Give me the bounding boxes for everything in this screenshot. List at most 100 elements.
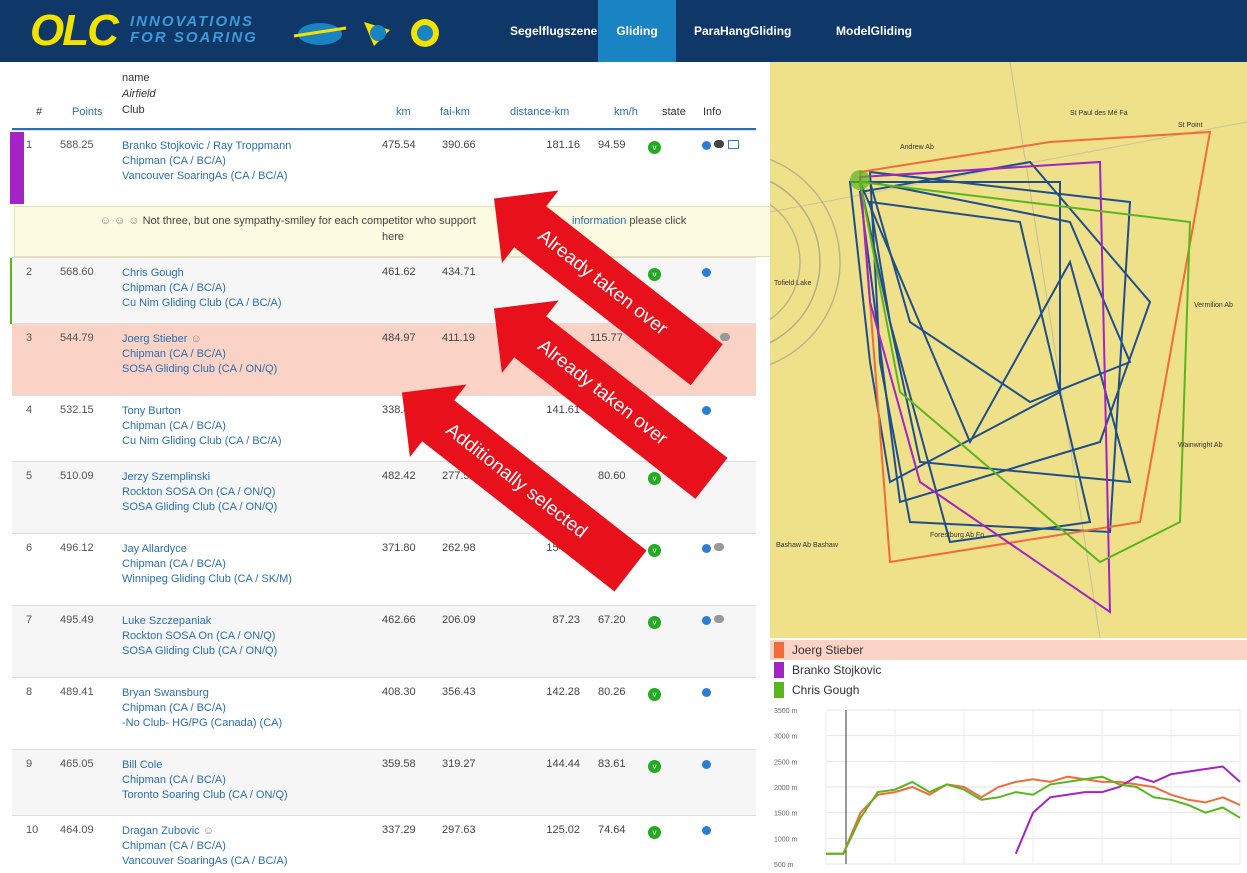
points: 544.79 <box>60 332 94 344</box>
comment-icon[interactable] <box>714 543 724 551</box>
rank: 7 <box>26 614 33 626</box>
state-ok-icon: v <box>648 268 661 281</box>
rank: 4 <box>26 404 33 416</box>
club-link[interactable]: Vancouver SoaringAs (CA / BC/A) <box>122 855 287 867</box>
notice-text-end: please click <box>629 215 687 227</box>
info-icon[interactable] <box>702 268 711 277</box>
airfield-link[interactable]: Chipman (CA / BC/A) <box>122 420 226 432</box>
nav-segelflugszene[interactable]: Segelflugszene <box>500 0 607 62</box>
table-row[interactable]: 10 464.09 Dragan Zubovic ☺ Chipman (CA /… <box>12 815 756 870</box>
altitude-chart-svg: 3500 m 3000 m 2500 m 2000 m 1500 m 1000 m 500 … <box>774 708 1241 869</box>
table-row[interactable]: 8 489.41 Bryan Swansburg Chipman (CA / B… <box>12 677 756 749</box>
table-row[interactable]: 6 496.12 Jay Allardyce Chipman (CA / BC/… <box>12 533 756 605</box>
map-label: Bashaw Ab Bashaw <box>776 542 838 549</box>
information-link[interactable]: information <box>572 215 626 227</box>
rank: 1 <box>26 139 33 151</box>
map-label: Forestburg Ab Fo <box>930 532 985 539</box>
col-fai-km-header[interactable]: fai-km <box>440 106 470 118</box>
pilot-link[interactable]: Jerzy Szemplinski <box>122 471 210 483</box>
y-tick-label: 3500 m <box>774 708 798 715</box>
comment-icon[interactable] <box>714 140 724 148</box>
club-link[interactable]: Vancouver SoaringAs (CA / BC/A) <box>122 170 287 182</box>
club-link[interactable]: SOSA Gliding Club (CA / ON/Q) <box>122 501 277 513</box>
airfield-link[interactable]: Chipman (CA / BC/A) <box>122 348 226 360</box>
pilot-link[interactable]: Bryan Swansburg <box>122 687 209 699</box>
pilot-link[interactable]: Branko Stojkovic / Ray Troppmann <box>122 140 291 152</box>
legend-item[interactable]: Branko Stojkovic <box>770 660 1247 680</box>
legend-swatch <box>774 642 784 658</box>
notice-here[interactable]: here <box>382 231 404 243</box>
col-rank-header[interactable]: # <box>36 106 42 118</box>
col-km-header[interactable]: km <box>396 106 411 118</box>
airfield-link[interactable]: Chipman (CA / BC/A) <box>122 558 226 570</box>
pilot-link[interactable]: Jay Allardyce <box>122 543 187 555</box>
info-icon[interactable] <box>702 141 711 150</box>
rank: 5 <box>26 470 33 482</box>
rank: 6 <box>26 542 33 554</box>
info-icon[interactable] <box>702 544 711 553</box>
col-distance-km-header[interactable]: distance-km <box>510 106 569 118</box>
y-tick-label: 2500 m <box>774 759 798 766</box>
table-row[interactable]: 1 588.25 Branko Stojkovic / Ray Troppman… <box>12 130 756 202</box>
pilot-link[interactable]: Dragan Zubovic <box>122 825 200 837</box>
table-row[interactable]: 5 510.09 Jerzy Szemplinski Rockton SOSA … <box>12 461 756 533</box>
club-link[interactable]: Cu Nim Gliding Club (CA / BC/A) <box>122 435 282 447</box>
airfield-link[interactable]: Rockton SOSA On (CA / ON/Q) <box>122 630 275 642</box>
col-state-header: state <box>662 106 686 118</box>
club-link[interactable]: Cu Nim Gliding Club (CA / BC/A) <box>122 297 282 309</box>
distance-value: 87.23 <box>552 614 580 626</box>
distance-value: 144.44 <box>546 758 580 770</box>
pilot-link[interactable]: Tony Burton <box>122 405 181 417</box>
club-link[interactable]: Winnipeg Gliding Club (CA / SK/M) <box>122 573 292 585</box>
smiley-icons: ☺ ☺ ☺ <box>99 215 143 227</box>
y-tick-label: 1000 m <box>774 836 798 843</box>
map-canvas <box>770 62 1247 638</box>
state-ok-icon: v <box>648 688 661 701</box>
club-link[interactable]: SOSA Gliding Club (CA / ON/Q) <box>122 645 277 657</box>
altitude-chart[interactable]: 3500 m 3000 m 2500 m 2000 m 1500 m 1000 m 500 … <box>770 704 1247 870</box>
info-icon[interactable] <box>702 406 711 415</box>
nav-gliding[interactable]: Gliding <box>598 0 676 62</box>
airfield-link[interactable]: Chipman (CA / BC/A) <box>122 155 226 167</box>
info-icon[interactable] <box>702 760 711 769</box>
speed-value: 80.26 <box>598 686 626 698</box>
legend-item[interactable]: Joerg Stieber <box>770 640 1247 660</box>
pilot-link[interactable]: Bill Cole <box>122 759 162 771</box>
photo-icon[interactable] <box>728 140 739 149</box>
comment-icon[interactable] <box>714 615 724 623</box>
points: 489.41 <box>60 686 94 698</box>
map-label: Wainwright Ab <box>1178 442 1223 449</box>
comment-icon[interactable] <box>720 333 730 341</box>
airfield-link[interactable]: Rockton SOSA On (CA / ON/Q) <box>122 486 275 498</box>
club-link[interactable]: SOSA Gliding Club (CA / ON/Q) <box>122 363 277 375</box>
club-link[interactable]: -No Club- HG/PG (Canada) (CA) <box>122 717 282 729</box>
smiley-icon: ☺ <box>202 825 214 837</box>
airfield-link[interactable]: Chipman (CA / BC/A) <box>122 282 226 294</box>
airfield-link[interactable]: Chipman (CA / BC/A) <box>122 774 226 786</box>
pilot-link[interactable]: Luke Szczepaniak <box>122 615 211 627</box>
info-icon[interactable] <box>702 688 711 697</box>
pilot-info: Bill Cole Chipman (CA / BC/A) Toronto So… <box>122 758 288 803</box>
club-link[interactable]: Toronto Soaring Club (CA / ON/Q) <box>122 789 288 801</box>
map-label: Vermilion Ab <box>1194 302 1233 309</box>
table-row[interactable]: 7 495.49 Luke Szczepaniak Rockton SOSA O… <box>12 605 756 677</box>
pilot-info: Jerzy Szemplinski Rockton SOSA On (CA / … <box>122 470 277 515</box>
nav-parahanggliding[interactable]: ParaHangGliding <box>684 0 801 62</box>
col-kmh-header[interactable]: km/h <box>614 106 638 118</box>
speed-value: 67.20 <box>598 614 626 626</box>
pilot-link[interactable]: Joerg Stieber <box>122 333 187 345</box>
flight-track-map[interactable]: St Paul des Mé Fa St Point Andrew Ab Ver… <box>770 62 1247 638</box>
airfield-link[interactable]: Chipman (CA / BC/A) <box>122 702 226 714</box>
olc-logo[interactable]: OLC <box>30 9 124 53</box>
airfield-link[interactable]: Chipman (CA / BC/A) <box>122 840 226 852</box>
pilot-link[interactable]: Chris Gough <box>122 267 184 279</box>
info-icon[interactable] <box>702 826 711 835</box>
legend-item[interactable]: Chris Gough <box>770 680 1247 700</box>
km-value: 475.54 <box>382 139 416 151</box>
table-row[interactable]: 9 465.05 Bill Cole Chipman (CA / BC/A) T… <box>12 749 756 815</box>
km-value: 482.42 <box>382 470 416 482</box>
nav-modelgliding[interactable]: ModelGliding <box>826 0 922 62</box>
col-points-header[interactable]: Points <box>72 106 103 118</box>
info-icon[interactable] <box>702 616 711 625</box>
rank: 8 <box>26 686 33 698</box>
